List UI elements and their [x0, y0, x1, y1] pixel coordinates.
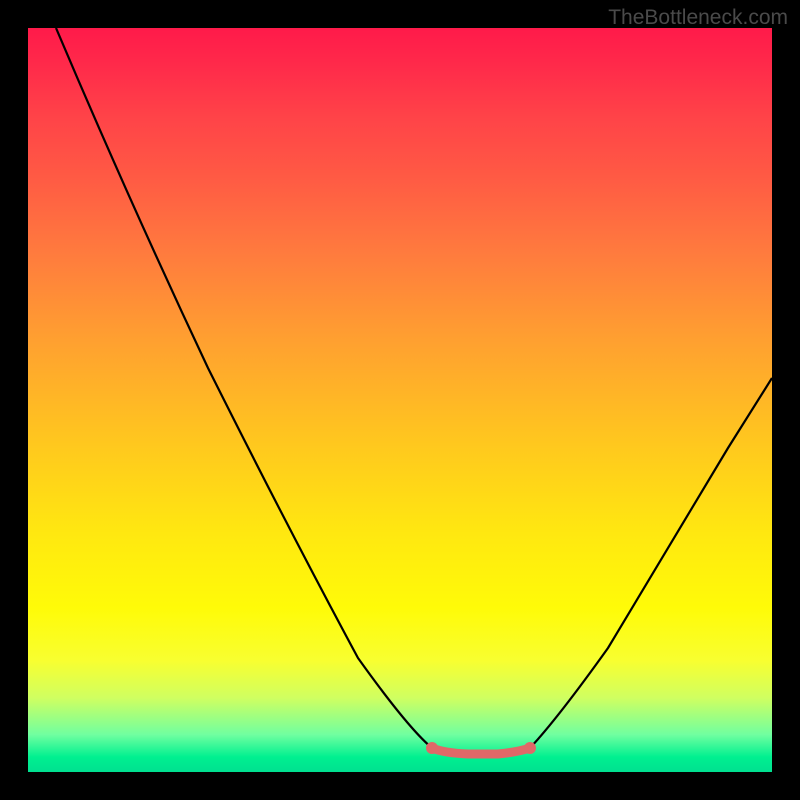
bottleneck-curve — [56, 28, 772, 754]
chart-container: TheBottleneck.com — [0, 0, 800, 800]
watermark-text: TheBottleneck.com — [608, 6, 788, 30]
marker-segment — [432, 748, 530, 754]
curve-svg — [28, 28, 772, 772]
plot-area — [28, 28, 772, 772]
marker-dot-right — [524, 742, 536, 754]
marker-dot-left — [426, 742, 438, 754]
